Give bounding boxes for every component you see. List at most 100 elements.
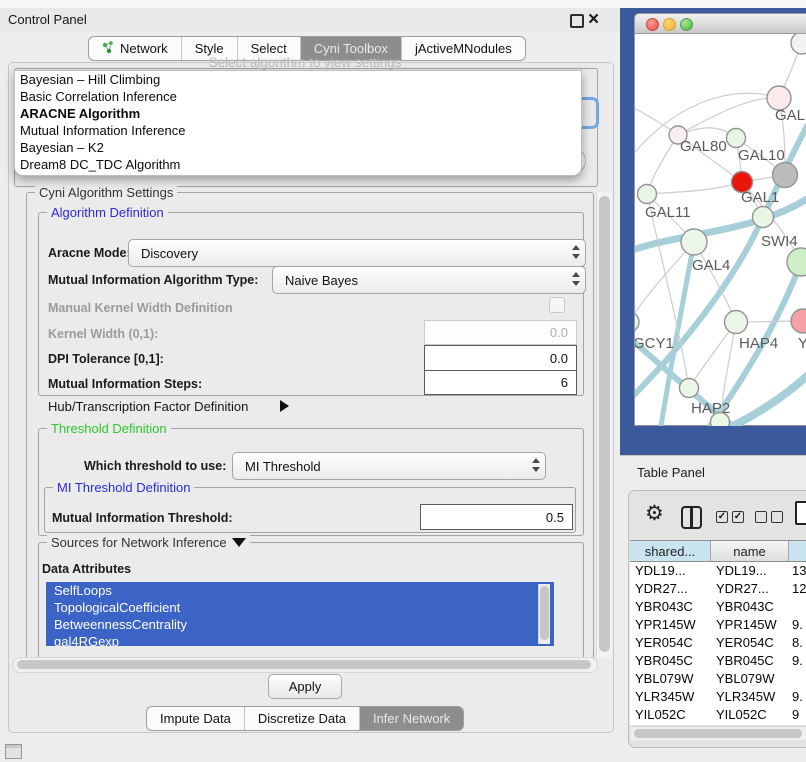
algorithm-option[interactable]: Dream8 DC_TDC Algorithm xyxy=(15,156,581,173)
table-cell: 8. xyxy=(789,634,806,652)
column-header[interactable] xyxy=(789,541,806,561)
column-header[interactable]: shared... xyxy=(630,541,711,561)
mi-type-label: Mutual Information Algorithm Type: xyxy=(48,273,258,287)
node-Y[interactable] xyxy=(791,309,806,333)
tab-discretize-data[interactable]: Discretize Data xyxy=(244,707,359,730)
table-cell: 13 xyxy=(789,562,806,580)
node-GAL11[interactable] xyxy=(638,185,657,204)
tab-label: Select xyxy=(251,41,287,56)
node-unlabeled[interactable] xyxy=(787,248,806,276)
network-edge[interactable] xyxy=(647,182,742,194)
hide-columns-icon[interactable] xyxy=(755,511,783,523)
node-label: GCY1 xyxy=(635,335,674,352)
table-cell: YER054C xyxy=(630,634,711,652)
attribute-item[interactable]: SelfLoops xyxy=(46,582,554,599)
top-strip xyxy=(0,0,806,8)
node-HAP2[interactable] xyxy=(680,379,699,398)
table-row[interactable]: YLR345WYLR345W9. xyxy=(630,688,806,706)
table-panel-header: Table Panel xyxy=(620,455,806,491)
close-window-icon[interactable] xyxy=(646,18,659,31)
table-cell: 12 xyxy=(789,580,806,598)
hub-section-label[interactable]: Hub/Transcription Factor Definition xyxy=(48,399,248,414)
close-panel-icon[interactable]: × xyxy=(588,8,599,32)
node-unlabeled[interactable] xyxy=(711,413,730,427)
table-row[interactable]: YBR045CYBR045C9. xyxy=(630,652,806,670)
which-threshold-combo[interactable]: MI Threshold xyxy=(232,452,546,480)
algorithm-option[interactable]: Bayesian – K2 xyxy=(15,139,581,156)
tab-impute-data[interactable]: Impute Data xyxy=(147,707,244,730)
node-GAL4[interactable] xyxy=(681,229,707,255)
algorithm-popup-list: Bayesian – Hill ClimbingBasic Correlatio… xyxy=(14,70,582,176)
attribute-item[interactable]: TopologicalCoefficient xyxy=(46,599,554,616)
network-canvas[interactable]: GALGAL80GAL10GAL1GAL11SWI4GAL4GCY1HAP4YH… xyxy=(634,34,806,426)
table-cell: YBR045C xyxy=(711,652,789,670)
show-columns-icon[interactable]: ✓ ✓ xyxy=(716,511,744,523)
tab-label: Infer Network xyxy=(373,711,450,726)
node-HAP4[interactable] xyxy=(725,311,748,334)
unchecked-box-icon xyxy=(771,511,783,523)
table-cell: YER054C xyxy=(711,634,789,652)
split-columns-icon[interactable] xyxy=(681,506,702,529)
table-cell: YDL19... xyxy=(711,562,789,580)
data-attributes-label: Data Attributes xyxy=(42,562,131,576)
node-label: SWI4 xyxy=(761,233,798,250)
table-row[interactable]: YBR043CYBR043C xyxy=(630,598,806,616)
export-table-icon[interactable] xyxy=(795,501,806,525)
expand-right-icon[interactable] xyxy=(280,399,289,417)
node-SWI4[interactable] xyxy=(753,207,774,228)
aracne-mode-combo[interactable]: Discovery xyxy=(128,239,586,267)
mi-steps-field[interactable]: 6 xyxy=(424,370,577,395)
table-row[interactable]: YPR145WYPR145W9. xyxy=(630,616,806,634)
algorithm-option[interactable]: Bayesian – Hill Climbing xyxy=(15,71,581,88)
table-row[interactable]: YIL052CYIL052C9 xyxy=(630,706,806,724)
tab-infer-network[interactable]: Infer Network xyxy=(359,707,463,730)
algorithm-option[interactable]: ARACNE Algorithm xyxy=(15,105,581,122)
algorithm-combo-placeholder[interactable]: Select algorithm to view settings xyxy=(14,55,596,70)
zoom-window-icon[interactable] xyxy=(680,18,693,31)
manual-kernel-checkbox[interactable] xyxy=(549,297,565,313)
minimize-window-icon[interactable] xyxy=(663,18,676,31)
table-cell: YIL052C xyxy=(630,706,711,724)
node-label: GAL xyxy=(775,107,805,124)
mi-threshold-field[interactable]: 0.5 xyxy=(420,504,573,530)
attributes-scrollbar[interactable] xyxy=(538,584,550,644)
table-cell: YDR27... xyxy=(630,580,711,598)
aracne-mode-value: Discovery xyxy=(141,246,198,261)
table-row[interactable]: YDR27...YDR27...12 xyxy=(630,580,806,598)
algorithm-option[interactable]: Basic Correlation Inference xyxy=(15,88,581,105)
table-cell: 9 xyxy=(789,706,806,724)
algorithm-option[interactable]: Mutual Information Inference xyxy=(15,122,581,139)
cyni-mode-tabs: Impute DataDiscretize Data Infer Network xyxy=(146,706,464,731)
collapse-down-icon[interactable] xyxy=(232,538,246,547)
settings-vertical-scrollbar[interactable] xyxy=(596,192,612,658)
dpi-tolerance-field[interactable]: 0.0 xyxy=(424,345,577,371)
network-edge[interactable] xyxy=(733,376,806,426)
float-panel-icon[interactable] xyxy=(570,14,584,28)
node-unlabeled[interactable] xyxy=(791,34,806,54)
network-graph: GALGAL80GAL10GAL1GAL11SWI4GAL4GCY1HAP4YH… xyxy=(635,34,806,426)
kernel-width-field[interactable]: 0.0 xyxy=(424,320,577,345)
settings-horizontal-scrollbar[interactable] xyxy=(12,657,598,673)
tab-label: Network xyxy=(120,41,168,56)
table-row[interactable]: YER054CYER054C8. xyxy=(630,634,806,652)
manual-kernel-label: Manual Kernel Width Definition xyxy=(48,301,233,315)
sources-group-title[interactable]: Sources for Network Inference xyxy=(51,535,227,550)
attribute-item[interactable]: BetweennessCentrality xyxy=(46,616,554,633)
network-window-titlebar[interactable] xyxy=(634,13,806,34)
gear-icon[interactable]: ⚙ xyxy=(645,501,664,527)
table-cell: 9. xyxy=(789,688,806,706)
column-header[interactable]: name xyxy=(711,541,789,561)
apply-button[interactable]: Apply xyxy=(268,674,342,699)
mi-type-combo[interactable]: Naive Bayes xyxy=(272,266,586,294)
table-row[interactable]: YDL19...YDL19...13 xyxy=(630,562,806,580)
table-horizontal-scrollbar[interactable] xyxy=(631,726,806,740)
node-GCY1[interactable] xyxy=(635,312,639,332)
mi-steps-label: Mutual Information Steps: xyxy=(48,377,202,391)
table-cell: YBL079W xyxy=(711,670,789,688)
node-GAL10[interactable] xyxy=(727,129,746,148)
minimized-panel-icon[interactable] xyxy=(5,744,22,759)
node-unlabeled[interactable] xyxy=(773,163,798,188)
table-row[interactable]: YBL079WYBL079W xyxy=(630,670,806,688)
attribute-item[interactable]: gal4RGexp xyxy=(46,633,554,646)
mi-threshold-label: Mutual Information Threshold: xyxy=(52,511,233,525)
